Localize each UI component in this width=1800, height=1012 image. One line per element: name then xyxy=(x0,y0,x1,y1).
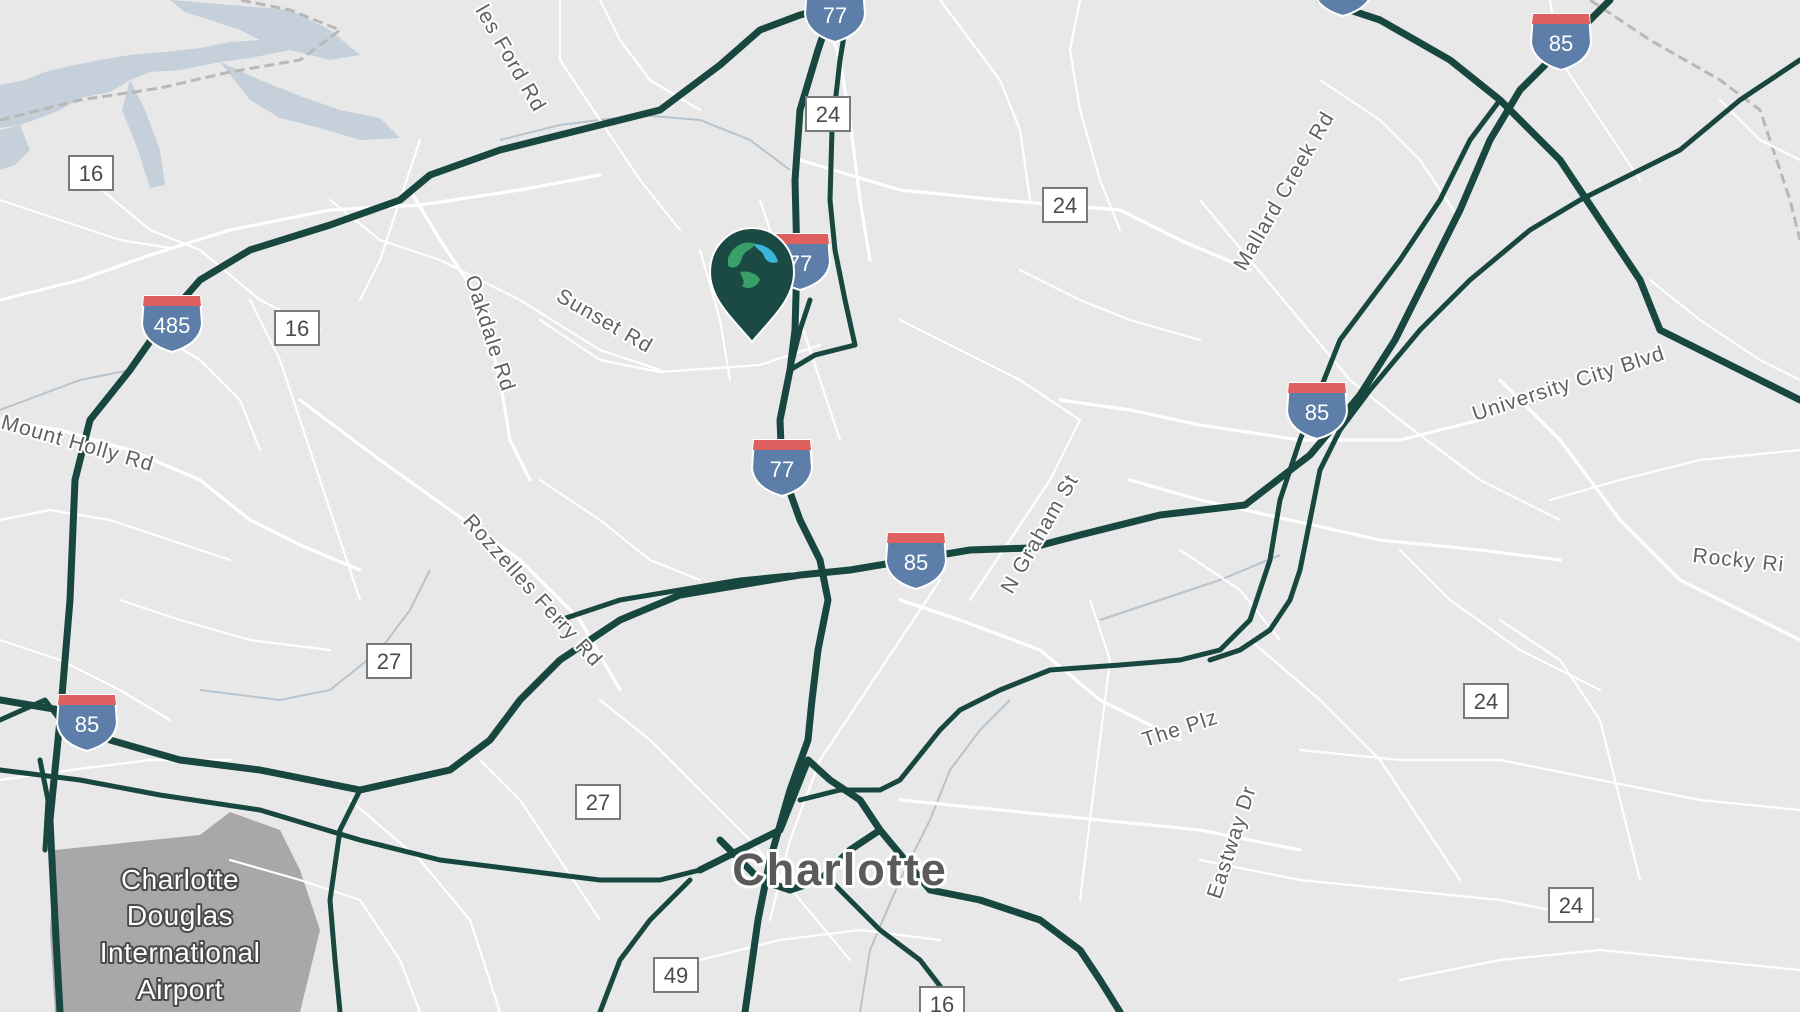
svg-text:485: 485 xyxy=(1325,0,1362,2)
route-24-se: 24 xyxy=(1548,887,1594,923)
route-24-ne: 24 xyxy=(1042,187,1088,223)
svg-text:16: 16 xyxy=(285,316,309,341)
airport-label-line-4: Airport xyxy=(137,974,223,1005)
svg-text:77: 77 xyxy=(770,457,794,482)
airport-label-line-1: Charlotte xyxy=(121,864,239,895)
svg-text:27: 27 xyxy=(586,790,610,815)
svg-text:16: 16 xyxy=(930,992,954,1012)
route-27-b: 27 xyxy=(575,784,621,820)
map-view[interactable]: les Ford Rd Sunset Rd Oakdale Rd Mount H… xyxy=(0,0,1800,1012)
airport-label-line-2: Douglas xyxy=(127,900,233,931)
svg-text:27: 27 xyxy=(377,649,401,674)
svg-text:16: 16 xyxy=(79,161,103,186)
route-16-nw: 16 xyxy=(68,155,114,191)
globe-icon xyxy=(725,241,779,295)
route-27-a: 27 xyxy=(366,643,412,679)
svg-text:85: 85 xyxy=(1305,400,1329,425)
svg-text:485: 485 xyxy=(154,313,191,338)
route-16-south: 16 xyxy=(919,986,965,1012)
airport-label-line-3: International xyxy=(100,937,261,968)
svg-text:24: 24 xyxy=(816,102,840,127)
city-label-charlotte: Charlotte xyxy=(732,844,948,895)
route-24-top: 24 xyxy=(805,96,851,132)
svg-text:24: 24 xyxy=(1474,689,1498,714)
svg-text:77: 77 xyxy=(823,3,847,28)
svg-text:24: 24 xyxy=(1559,893,1583,918)
svg-text:85: 85 xyxy=(904,550,928,575)
svg-text:49: 49 xyxy=(664,963,688,988)
svg-text:85: 85 xyxy=(1549,31,1573,56)
svg-text:85: 85 xyxy=(75,712,99,737)
map-canvas[interactable]: les Ford Rd Sunset Rd Oakdale Rd Mount H… xyxy=(0,0,1800,1012)
route-49: 49 xyxy=(653,957,699,993)
svg-text:24: 24 xyxy=(1053,193,1077,218)
route-24-east: 24 xyxy=(1463,683,1509,719)
route-16-west: 16 xyxy=(274,310,320,346)
